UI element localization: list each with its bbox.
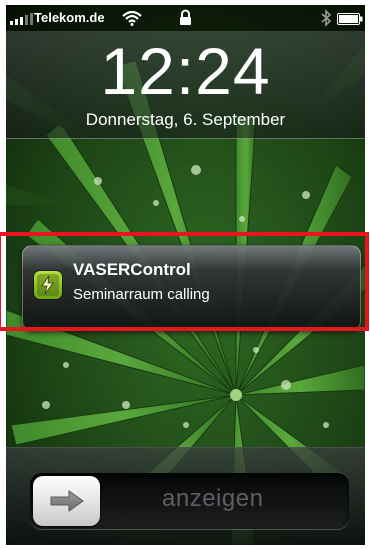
clock-date: Donnerstag, 6. September bbox=[85, 110, 286, 129]
notification-highlight-box bbox=[0, 232, 369, 331]
arrow-right-icon bbox=[50, 490, 84, 512]
clock-panel: 12:24 Donnerstag, 6. September bbox=[6, 31, 365, 139]
battery-icon bbox=[337, 13, 363, 25]
carrier-name: Telekom.de bbox=[34, 10, 105, 25]
wifi-icon bbox=[122, 10, 142, 26]
signal-icon bbox=[10, 13, 33, 25]
slider-knob[interactable] bbox=[33, 476, 100, 526]
clock-time: 12:24 bbox=[100, 34, 271, 108]
bluetooth-icon bbox=[321, 9, 332, 27]
status-bar: Telekom.de bbox=[6, 5, 365, 31]
unlock-slider-panel: anzeigen bbox=[6, 447, 365, 545]
slider-label: anzeigen bbox=[162, 485, 264, 512]
unlock-slider[interactable]: anzeigen bbox=[30, 473, 349, 529]
lock-icon bbox=[180, 9, 191, 25]
